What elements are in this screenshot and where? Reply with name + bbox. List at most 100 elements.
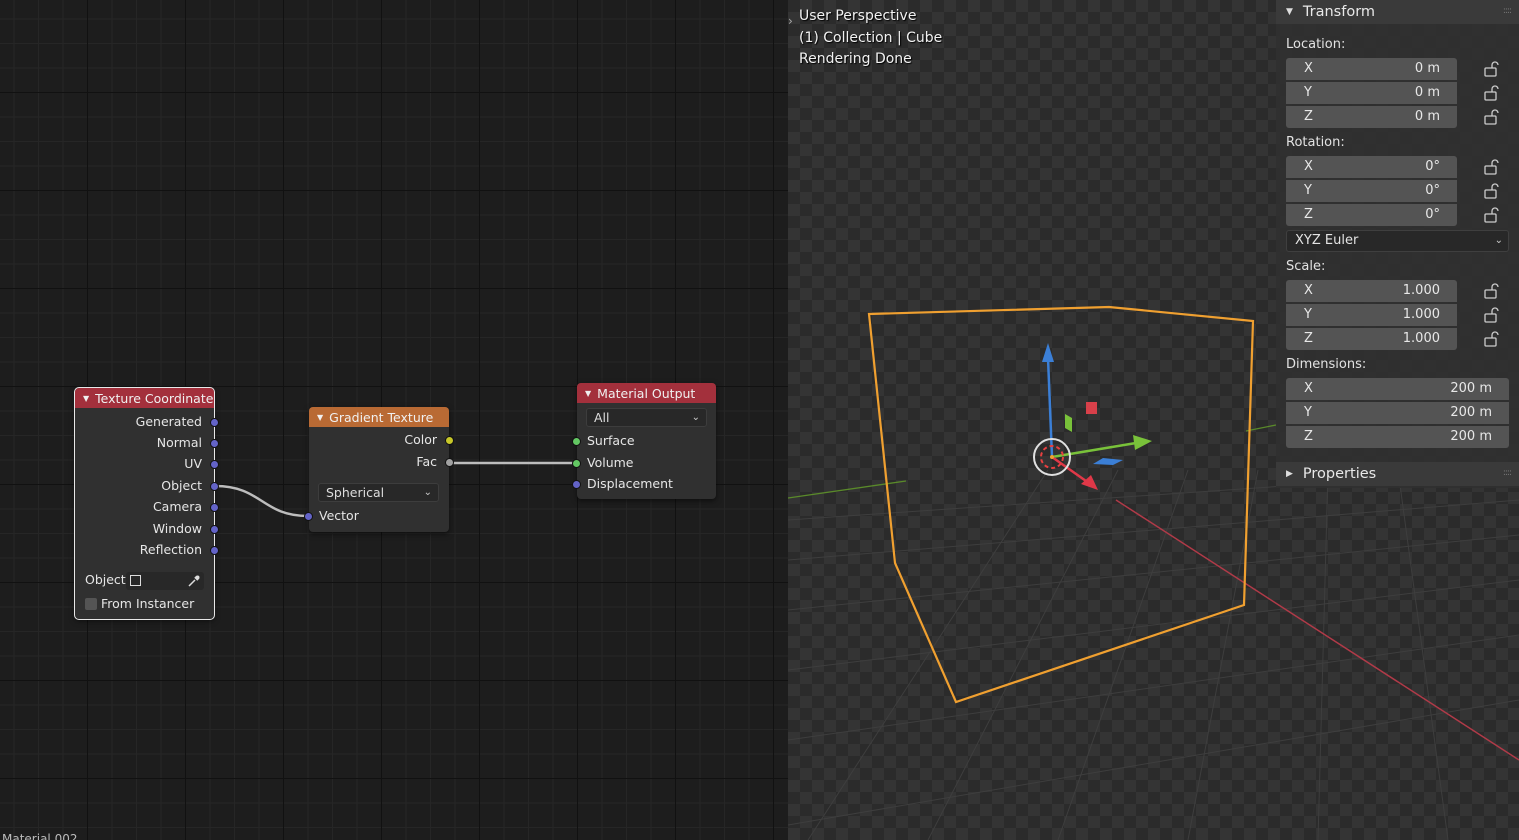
lock-scale-y-icon[interactable] [1483, 307, 1501, 323]
toolbar-toggle-icon[interactable]: › [788, 14, 793, 28]
dimensions-y-field[interactable]: Y 200 m [1286, 402, 1509, 424]
object-picker-field[interactable] [126, 572, 204, 590]
chevron-down-icon: ⌄ [423, 487, 432, 498]
from-instancer-checkbox[interactable] [85, 598, 97, 610]
transform-gizmo [1033, 343, 1152, 490]
collapse-triangle-icon[interactable]: ▼ [83, 394, 89, 403]
drag-grip-icon[interactable]: :::: [1503, 468, 1512, 478]
node-editor[interactable]: ▼ Texture Coordinate Generated Normal UV… [0, 0, 788, 840]
gradient-texture-node[interactable]: ▼ Gradient Texture Color Fac Spherical ⌄… [304, 407, 454, 532]
socket-window[interactable] [210, 525, 219, 534]
socket-reflection[interactable] [210, 546, 219, 555]
axis-label: X [1304, 283, 1313, 298]
view-mode-label: User Perspective [799, 8, 917, 24]
axis-label: Y [1304, 405, 1312, 420]
output-target-dropdown[interactable]: All ⌄ [586, 408, 707, 427]
axis-label: X [1304, 159, 1313, 174]
scale-x-field[interactable]: X 1.000 [1286, 280, 1457, 302]
lock-rotation-x-icon[interactable] [1483, 159, 1501, 175]
collapse-triangle-icon[interactable]: ▼ [317, 413, 323, 422]
sidebar-panel: ▼ Transform :::: Location: X0 m Y0 m Z0 … [1276, 0, 1519, 488]
collapse-triangle-icon: ▼ [1286, 7, 1293, 17]
axis-label: Z [1304, 109, 1313, 124]
lock-rotation-z-icon[interactable] [1483, 207, 1501, 223]
active-object-label: (1) Collection | Cube [799, 30, 943, 46]
rotation-mode-dropdown[interactable]: XYZ Euler ⌄ [1286, 230, 1509, 252]
location-label: Location: [1286, 37, 1346, 52]
location-x-field[interactable]: X 0 m [1286, 58, 1457, 80]
axis-label: Z [1304, 429, 1313, 444]
location-z-field[interactable]: Z 0 m [1286, 106, 1457, 128]
material-output-header[interactable]: ▼ Material Output [577, 383, 716, 403]
socket-color[interactable] [445, 436, 454, 445]
eyedropper-icon[interactable] [187, 574, 201, 588]
dimensions-z-field[interactable]: Z 200 m [1286, 426, 1509, 448]
rotation-x-value: 0° [1425, 159, 1440, 174]
gradient-texture-header[interactable]: ▼ Gradient Texture [309, 407, 449, 427]
axis-label: X [1304, 61, 1313, 76]
axis-label: Y [1304, 307, 1312, 322]
chevron-down-icon: ⌄ [1494, 235, 1503, 246]
scale-label: Scale: [1286, 259, 1326, 274]
dimensions-y-value: 200 m [1450, 405, 1492, 420]
transform-panel-header[interactable]: ▼ Transform :::: [1276, 0, 1519, 24]
socket-fac[interactable] [445, 458, 454, 467]
axis-label: Z [1304, 207, 1313, 222]
rotation-z-value: 0° [1425, 207, 1440, 222]
lock-rotation-y-icon[interactable] [1483, 183, 1501, 199]
lock-scale-x-icon[interactable] [1483, 283, 1501, 299]
lock-location-z-icon[interactable] [1483, 109, 1501, 125]
node-title: Gradient Texture [329, 409, 434, 425]
node-title: Texture Coordinate [95, 390, 214, 406]
lock-location-x-icon[interactable] [1483, 61, 1501, 77]
scale-z-field[interactable]: Z 1.000 [1286, 328, 1457, 350]
socket-displacement[interactable] [572, 480, 581, 489]
socket-surface[interactable] [572, 437, 581, 446]
socket-object[interactable] [210, 482, 219, 491]
dimensions-x-value: 200 m [1450, 381, 1492, 396]
scale-z-value: 1.000 [1402, 331, 1440, 346]
lock-scale-z-icon[interactable] [1483, 331, 1501, 347]
rotation-x-field[interactable]: X 0° [1286, 156, 1457, 178]
drag-grip-icon[interactable]: :::: [1503, 6, 1512, 16]
texture-coordinate-header[interactable]: ▼ Texture Coordinate [75, 388, 214, 408]
dimensions-label: Dimensions: [1286, 357, 1367, 372]
render-status-label: Rendering Done [799, 51, 912, 67]
output-color: Color [404, 432, 437, 447]
socket-camera[interactable] [210, 503, 219, 512]
texture-coordinate-node[interactable]: ▼ Texture Coordinate Generated Normal UV… [74, 387, 219, 620]
rotation-z-field[interactable]: Z 0° [1286, 204, 1457, 226]
socket-volume[interactable] [572, 459, 581, 468]
socket-vector[interactable] [304, 512, 313, 521]
chevron-down-icon: ⌄ [691, 412, 700, 423]
input-vector: Vector [319, 508, 359, 523]
gradient-type-dropdown[interactable]: Spherical ⌄ [318, 483, 439, 502]
axis-label: Y [1304, 85, 1312, 100]
socket-normal[interactable] [210, 439, 219, 448]
dimensions-x-field[interactable]: X 200 m [1286, 378, 1509, 400]
socket-uv[interactable] [210, 460, 219, 469]
input-volume: Volume [587, 455, 634, 470]
rotation-y-field[interactable]: Y 0° [1286, 180, 1457, 202]
input-displacement: Displacement [587, 476, 673, 491]
socket-generated[interactable] [210, 418, 219, 427]
output-normal: Normal [156, 435, 202, 450]
node-editor-footer: Material.002 [2, 832, 78, 840]
from-instancer-label: From Instancer [101, 596, 195, 611]
dimensions-z-value: 200 m [1450, 429, 1492, 444]
floor-grid [788, 469, 1519, 840]
collapse-triangle-icon[interactable]: ▼ [585, 389, 591, 398]
node-title: Material Output [597, 385, 696, 401]
scale-x-value: 1.000 [1402, 283, 1440, 298]
output-generated: Generated [135, 414, 202, 429]
lock-location-y-icon[interactable] [1483, 85, 1501, 101]
axis-label: Y [1304, 183, 1312, 198]
output-object: Object [161, 478, 202, 493]
scale-y-field[interactable]: Y 1.000 [1286, 304, 1457, 326]
material-output-node[interactable]: ▼ Material Output All ⌄ Surface Volume D… [572, 383, 716, 499]
output-uv: UV [184, 456, 202, 471]
output-fac: Fac [416, 454, 437, 469]
location-y-field[interactable]: Y 0 m [1286, 82, 1457, 104]
properties-panel-header[interactable]: ▶ Properties :::: [1276, 462, 1519, 486]
axis-label: Z [1304, 331, 1313, 346]
